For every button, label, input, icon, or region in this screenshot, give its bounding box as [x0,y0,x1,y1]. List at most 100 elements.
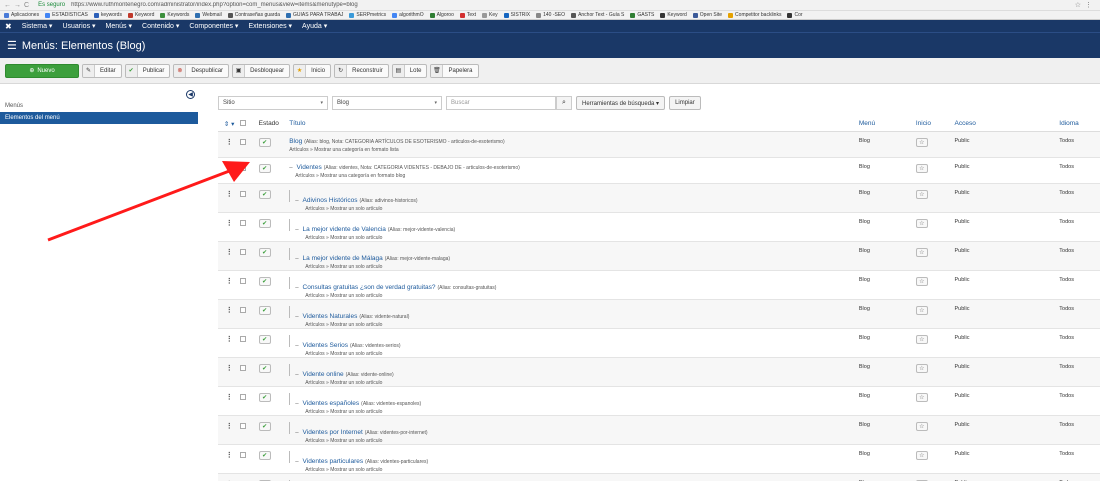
row-checkbox[interactable] [240,365,247,372]
topnav-item[interactable]: Componentes ▾ [189,22,238,30]
access-header[interactable]: Acceso [954,117,1060,132]
batch-button[interactable]: ▤ Lote [391,63,428,78]
drag-handle-icon[interactable]: ⋮ [218,306,240,314]
extension-icons[interactable]: ☆⋮ [1075,1,1096,9]
unpublish-button[interactable]: ⊗ Despublicar [173,63,230,78]
row-checkbox[interactable] [240,138,247,145]
row-checkbox[interactable] [240,307,247,314]
item-title-link[interactable]: Videntes particulares [303,458,364,465]
state-header[interactable]: Estado [258,117,290,132]
published-check-icon[interactable]: ✔ [258,393,271,403]
star-icon[interactable]: ☆ [915,163,928,173]
search-input[interactable]: Buscar [446,96,556,110]
rebuild-button[interactable]: ↻ Reconstruir [334,63,389,78]
sidebar-item[interactable]: Elementos del menú [0,112,198,124]
bookmark-item[interactable]: Keywords [160,12,189,18]
row-checkbox[interactable] [240,394,247,401]
published-check-icon[interactable]: ✔ [258,422,271,432]
sidebar-item[interactable]: Menús [0,100,198,112]
drag-handle-icon[interactable]: ⋮ [218,364,240,372]
row-checkbox[interactable] [240,452,247,459]
item-title-link[interactable]: Adivinos Históricos [303,197,358,204]
published-check-icon[interactable]: ✔ [258,248,271,258]
search-icon[interactable]: ⌕ [556,96,572,110]
star-icon[interactable]: ☆ [915,393,928,403]
star-icon[interactable]: ☆ [915,422,928,432]
bookmark-item[interactable]: 140 -SEO [536,12,565,18]
bookmark-item[interactable]: SERPmetrics [349,12,386,18]
star-icon[interactable]: ☆ [915,219,928,229]
published-check-icon[interactable]: ✔ [258,219,271,229]
joomla-logo-icon[interactable]: ✖ [5,22,12,31]
bookmark-item[interactable]: Keyword [127,12,154,18]
browser-nav-icons[interactable]: ←→C [4,2,32,9]
item-title-link[interactable]: La mejor vidente de Valencia [303,226,386,233]
topnav-item[interactable]: Contenido ▾ [142,22,179,30]
drag-handle-icon[interactable]: ⋮ [218,248,240,256]
item-title-link[interactable]: Consultas gratuitas ¿son de verdad gratu… [303,284,436,291]
trash-button[interactable]: 🗑 Papelera [430,63,479,78]
item-title-link[interactable]: Vidente online [303,371,344,378]
published-check-icon[interactable]: ✔ [258,364,271,374]
item-title-link[interactable]: Videntes españoles [303,400,360,407]
bookmark-item[interactable]: Competitor backlinks [728,12,781,18]
published-check-icon[interactable]: ✔ [258,335,271,345]
drag-handle-icon[interactable]: ⋮ [218,277,240,285]
star-icon[interactable]: ☆ [915,137,928,147]
drag-handle-icon[interactable]: ⋮ [218,190,240,198]
bookmark-item[interactable]: Cor [787,12,803,18]
star-icon[interactable]: ☆ [915,335,928,345]
bookmark-item[interactable]: Keyword [660,12,687,18]
bookmark-item[interactable]: Anchor Text - Guía S [571,12,624,18]
drag-handle-icon[interactable]: ⋮ [218,422,240,430]
row-checkbox[interactable] [240,164,247,171]
item-title-link[interactable]: La mejor vidente de Málaga [303,255,383,262]
home-header[interactable]: Inicio [915,117,955,132]
bookmark-item[interactable]: GASTS [630,12,654,18]
bookmark-item[interactable]: Contraseñas guarda [227,12,280,18]
star-icon[interactable]: ☆ [915,451,928,461]
edit-button[interactable]: ✎ Editar [82,63,122,78]
item-title-link[interactable]: Videntes Naturales [303,313,358,320]
drag-handle-icon[interactable]: ⋮ [218,393,240,401]
url-field[interactable]: https://www.ruthmontenegro.com/administr… [71,2,1069,8]
row-checkbox[interactable] [240,220,247,227]
row-checkbox[interactable] [240,278,247,285]
star-icon[interactable]: ☆ [915,364,928,374]
sidebar-collapse-icon[interactable]: ◀ [186,90,195,99]
topnav-item[interactable]: Sistema ▾ [22,22,53,30]
row-checkbox[interactable] [240,191,247,198]
topnav-item[interactable]: Usuarios ▾ [62,22,95,30]
star-icon[interactable]: ☆ [915,277,928,287]
bookmark-item[interactable]: Open Site [692,12,722,18]
item-title-link[interactable]: Blog [289,138,302,145]
bookmark-item[interactable]: GUIAS PARA TRABAJ [286,12,343,18]
menu-select[interactable]: Blog ▾ [332,96,442,110]
title-header[interactable]: Título [289,117,859,132]
bookmark-item[interactable]: keywords [93,12,122,18]
clear-button[interactable]: Limpiar [669,96,701,110]
bookmark-item[interactable]: Aplicaciones [4,12,39,18]
published-check-icon[interactable]: ✔ [258,451,271,461]
select-all-checkbox[interactable] [240,117,259,132]
published-check-icon[interactable]: ✔ [258,137,271,147]
bookmark-item[interactable]: Text [459,12,476,18]
search-tools-button[interactable]: Herramientas de búsqueda ▾ [576,96,666,110]
publish-button[interactable]: ✔ Publicar [124,63,171,78]
item-title-link[interactable]: Videntes por Internet [303,429,363,436]
row-checkbox[interactable] [240,249,247,256]
topnav-item[interactable]: Menús ▾ [106,22,132,30]
drag-handle-icon[interactable]: ⋮ [218,219,240,227]
star-icon[interactable]: ☆ [915,306,928,316]
bookmark-item[interactable]: SISTRIX [503,12,530,18]
row-checkbox[interactable] [240,336,247,343]
topnav-item[interactable]: Ayuda ▾ [302,22,327,30]
drag-handle-icon[interactable]: ⋮ [218,335,240,343]
bookmark-item[interactable]: Key [482,12,498,18]
bookmark-item[interactable]: algorithmO [392,12,424,18]
bookmark-item[interactable]: Algoroo [429,12,454,18]
item-title-link[interactable]: Videntes Serios [303,342,348,349]
published-check-icon[interactable]: ✔ [258,306,271,316]
language-header[interactable]: Idioma [1059,117,1100,132]
published-check-icon[interactable]: ✔ [258,163,271,173]
